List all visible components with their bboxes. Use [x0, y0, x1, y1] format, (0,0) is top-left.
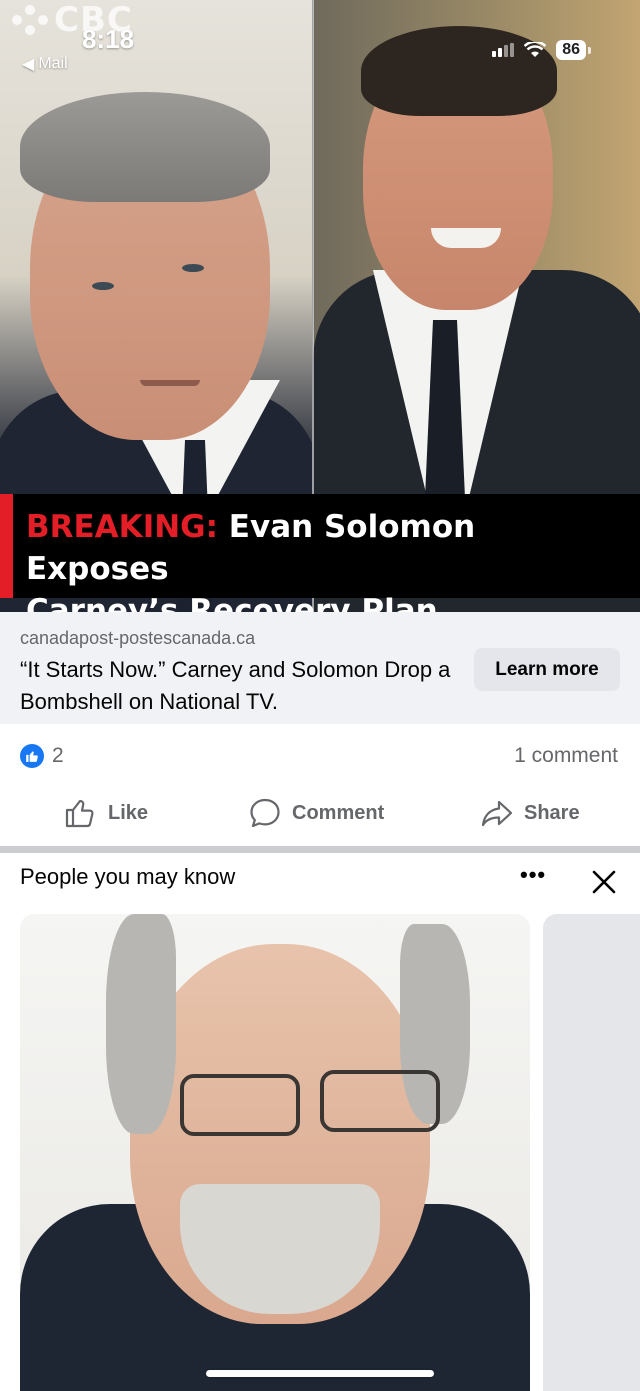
wifi-icon [524, 42, 547, 57]
cbc-gem-icon [12, 5, 48, 35]
next-suggestion-card[interactable] [543, 914, 640, 1391]
signal-icon [492, 43, 515, 57]
close-icon[interactable] [590, 868, 618, 896]
ad-link-bar[interactable]: canadapost-postescanada.ca “It Starts No… [0, 612, 640, 724]
like-label: Like [108, 801, 149, 824]
right-person-smile [431, 228, 501, 248]
battery-icon: 86 [556, 40, 591, 60]
person-hair-left [106, 914, 176, 1134]
back-to-mail[interactable]: ◀ Mail [22, 54, 68, 74]
like-button[interactable]: Like [64, 796, 148, 830]
comment-button[interactable]: Comment [248, 796, 384, 830]
person-glasses [180, 1074, 300, 1136]
like-count: 2 [52, 744, 64, 767]
learn-more-button[interactable]: Learn more [474, 648, 620, 691]
section-separator [0, 846, 640, 853]
back-label: Mail [38, 55, 68, 72]
link-title: “It Starts Now.” Carney and Solomon Drop… [20, 657, 451, 714]
left-person-eye [92, 282, 114, 290]
pymk-title: People you may know [20, 864, 236, 889]
status-indicators: 86 [492, 40, 591, 60]
left-person-eye [182, 264, 204, 272]
share-button[interactable]: Share [480, 796, 580, 830]
comment-count[interactable]: 1 comment [514, 744, 618, 768]
home-indicator[interactable] [206, 1370, 434, 1377]
mail-back-icon: ◀ [22, 56, 35, 73]
left-person-hair [20, 92, 270, 202]
thumbs-up-icon [65, 799, 94, 828]
person-suggestion-card[interactable] [20, 914, 530, 1391]
status-time: 8:18 [82, 24, 135, 54]
comment-bubble-icon [250, 798, 280, 828]
headline-tag: BREAKING: [26, 509, 219, 545]
left-person-mouth [140, 380, 200, 386]
headline-text: BREAKING: Evan Solomon Exposes Carney’s … [26, 506, 620, 612]
link-domain: canadapost-postescanada.ca [20, 628, 256, 648]
share-arrow-icon [481, 800, 513, 827]
headline-line2: Carney’s Recovery Plan [26, 593, 438, 612]
more-options-icon[interactable]: ••• [520, 862, 546, 888]
comment-label: Comment [292, 801, 385, 824]
ad-image[interactable]: CBC 8:18 ◀ Mail 86 BREAKING: Evan Solomo… [0, 0, 640, 612]
pymk-header: People you may know ••• [0, 860, 640, 900]
person-glasses [320, 1070, 440, 1132]
post-actions: Like Comment Share [0, 790, 640, 838]
headline-accent-bar [0, 494, 13, 598]
headline-banner: BREAKING: Evan Solomon Exposes Carney’s … [0, 494, 640, 612]
like-reaction-icon [20, 744, 44, 768]
share-label: Share [524, 801, 580, 824]
reactions-summary[interactable]: 2 1 comment [0, 736, 640, 778]
